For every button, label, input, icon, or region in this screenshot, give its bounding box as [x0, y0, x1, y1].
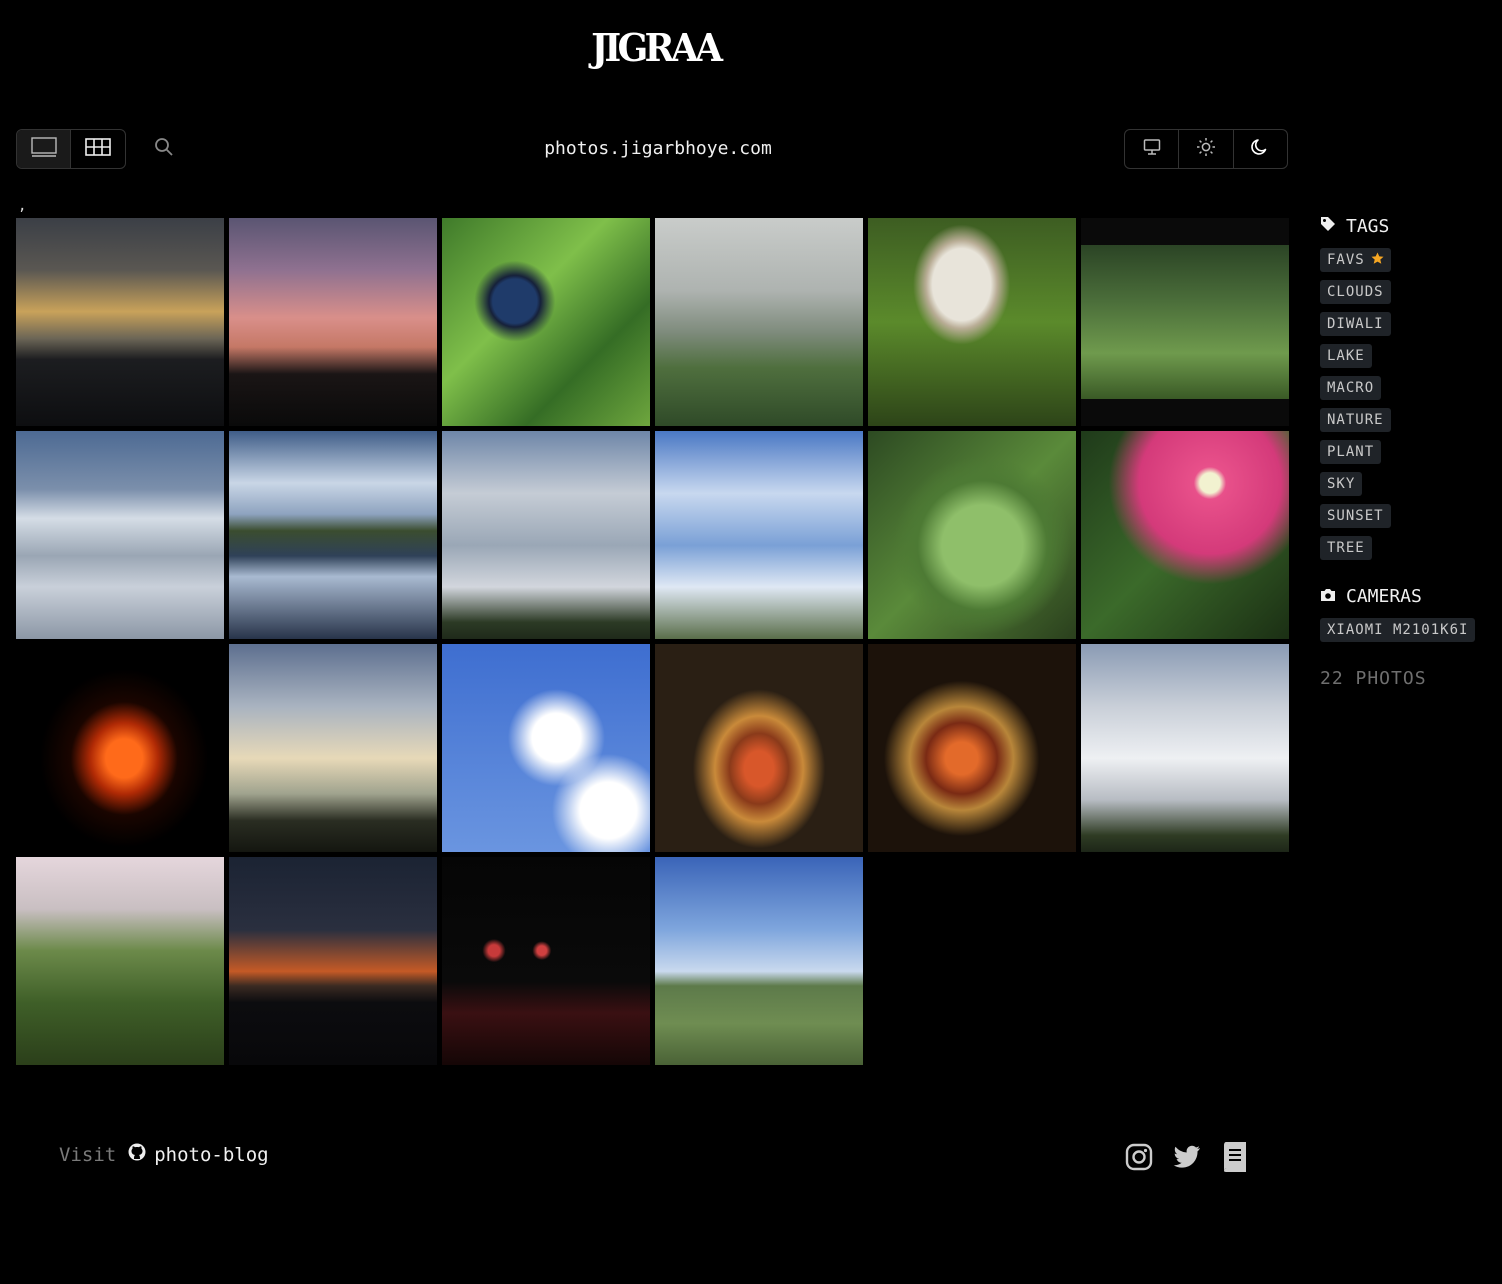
- social-links: [1125, 1141, 1249, 1173]
- site-domain: photos.jigarbhoye.com: [544, 138, 772, 159]
- photo-thumbnail[interactable]: [442, 431, 650, 639]
- tag-label: CLOUDS: [1327, 284, 1384, 300]
- photo-count: 22 PHOTOS: [1320, 668, 1427, 689]
- tag-list: FAVS CLOUDS DIWALI LAKE MACRO NATURE PLANT SKY S…: [1320, 248, 1490, 560]
- photo-thumbnail[interactable]: [868, 644, 1076, 852]
- tag-label: TREE: [1327, 540, 1365, 556]
- tag-tree[interactable]: TREE: [1320, 536, 1372, 560]
- cameras-heading: CAMERAS: [1320, 584, 1490, 608]
- theme-light-button[interactable]: [1179, 130, 1234, 168]
- photo-thumbnail[interactable]: [229, 218, 437, 426]
- camera-list: XIAOMI M2101K6I: [1320, 618, 1490, 642]
- tag-label: XIAOMI M2101K6I: [1327, 622, 1469, 638]
- blog-icon[interactable]: [1221, 1141, 1249, 1173]
- camera-tag[interactable]: XIAOMI M2101K6I: [1320, 618, 1476, 642]
- twitter-icon[interactable]: [1173, 1141, 1201, 1173]
- tags-heading: TAGS: [1320, 214, 1490, 238]
- stray-comma: ,: [18, 198, 27, 214]
- tag-favs[interactable]: FAVS: [1320, 248, 1391, 272]
- tag-nature[interactable]: NATURE: [1320, 408, 1391, 432]
- photo-thumbnail[interactable]: [442, 644, 650, 852]
- camera-icon: [1320, 586, 1336, 607]
- desktop-icon: [1143, 138, 1161, 160]
- site-logo[interactable]: JIGRAA: [591, 26, 723, 70]
- tag-lake[interactable]: LAKE: [1320, 344, 1372, 368]
- photo-thumbnail[interactable]: [655, 857, 863, 1065]
- tag-label: MACRO: [1327, 380, 1375, 396]
- theme-system-button[interactable]: [1125, 130, 1180, 168]
- photo-thumbnail[interactable]: [229, 857, 437, 1065]
- photo-thumbnail[interactable]: [868, 431, 1076, 639]
- tag-sky[interactable]: SKY: [1320, 472, 1363, 496]
- tag-label: NATURE: [1327, 412, 1384, 428]
- photo-thumbnail[interactable]: [1081, 218, 1289, 426]
- photo-thumbnail[interactable]: [16, 857, 224, 1065]
- tag-label: LAKE: [1327, 348, 1365, 364]
- visit-label: Visit: [59, 1143, 117, 1166]
- visit-repo: Visit photo-blog: [59, 1143, 269, 1166]
- tag-label: SUNSET: [1327, 508, 1384, 524]
- tag-label: PLANT: [1327, 444, 1375, 460]
- photo-thumbnail[interactable]: [1081, 644, 1289, 852]
- photo-thumbnail[interactable]: [655, 644, 863, 852]
- tag-label: FAVS: [1327, 252, 1365, 268]
- theme-toggle: [1124, 129, 1288, 169]
- instagram-icon[interactable]: [1125, 1141, 1153, 1173]
- photo-thumbnail[interactable]: [229, 644, 437, 852]
- photo-thumbnail[interactable]: [442, 218, 650, 426]
- photo-grid: [16, 218, 1289, 1066]
- tag-diwali[interactable]: DIWALI: [1320, 312, 1391, 336]
- photo-thumbnail[interactable]: [868, 218, 1076, 426]
- cameras-title: CAMERAS: [1346, 585, 1422, 607]
- photo-thumbnail[interactable]: [1081, 431, 1289, 639]
- github-icon: [128, 1143, 146, 1166]
- tag-sunset[interactable]: SUNSET: [1320, 504, 1391, 528]
- photo-thumbnail[interactable]: [442, 857, 650, 1065]
- star-icon: [1371, 252, 1384, 269]
- tag-label: DIWALI: [1327, 316, 1384, 332]
- tag-label: SKY: [1327, 476, 1356, 492]
- theme-dark-button[interactable]: [1234, 130, 1287, 168]
- photo-blog-link[interactable]: photo-blog: [154, 1144, 268, 1166]
- photo-thumbnail[interactable]: [655, 218, 863, 426]
- sun-icon: [1196, 137, 1216, 161]
- photo-thumbnail[interactable]: [16, 218, 224, 426]
- sidebar: TAGS FAVS CLOUDS DIWALI LAKE MACRO NATURE PLAN…: [1320, 214, 1490, 689]
- photo-thumbnail[interactable]: [16, 644, 224, 852]
- photo-thumbnail[interactable]: [655, 431, 863, 639]
- toolbar: photos.jigarbhoye.com: [16, 129, 1288, 169]
- photo-thumbnail[interactable]: [16, 431, 224, 639]
- tag-clouds[interactable]: CLOUDS: [1320, 280, 1391, 304]
- tag-plant[interactable]: PLANT: [1320, 440, 1382, 464]
- moon-icon: [1250, 137, 1270, 161]
- photo-thumbnail[interactable]: [229, 431, 437, 639]
- tags-title: TAGS: [1346, 215, 1390, 237]
- tag-icon: [1320, 216, 1336, 237]
- footer: Visit photo-blog: [59, 1141, 1249, 1173]
- tag-macro[interactable]: MACRO: [1320, 376, 1382, 400]
